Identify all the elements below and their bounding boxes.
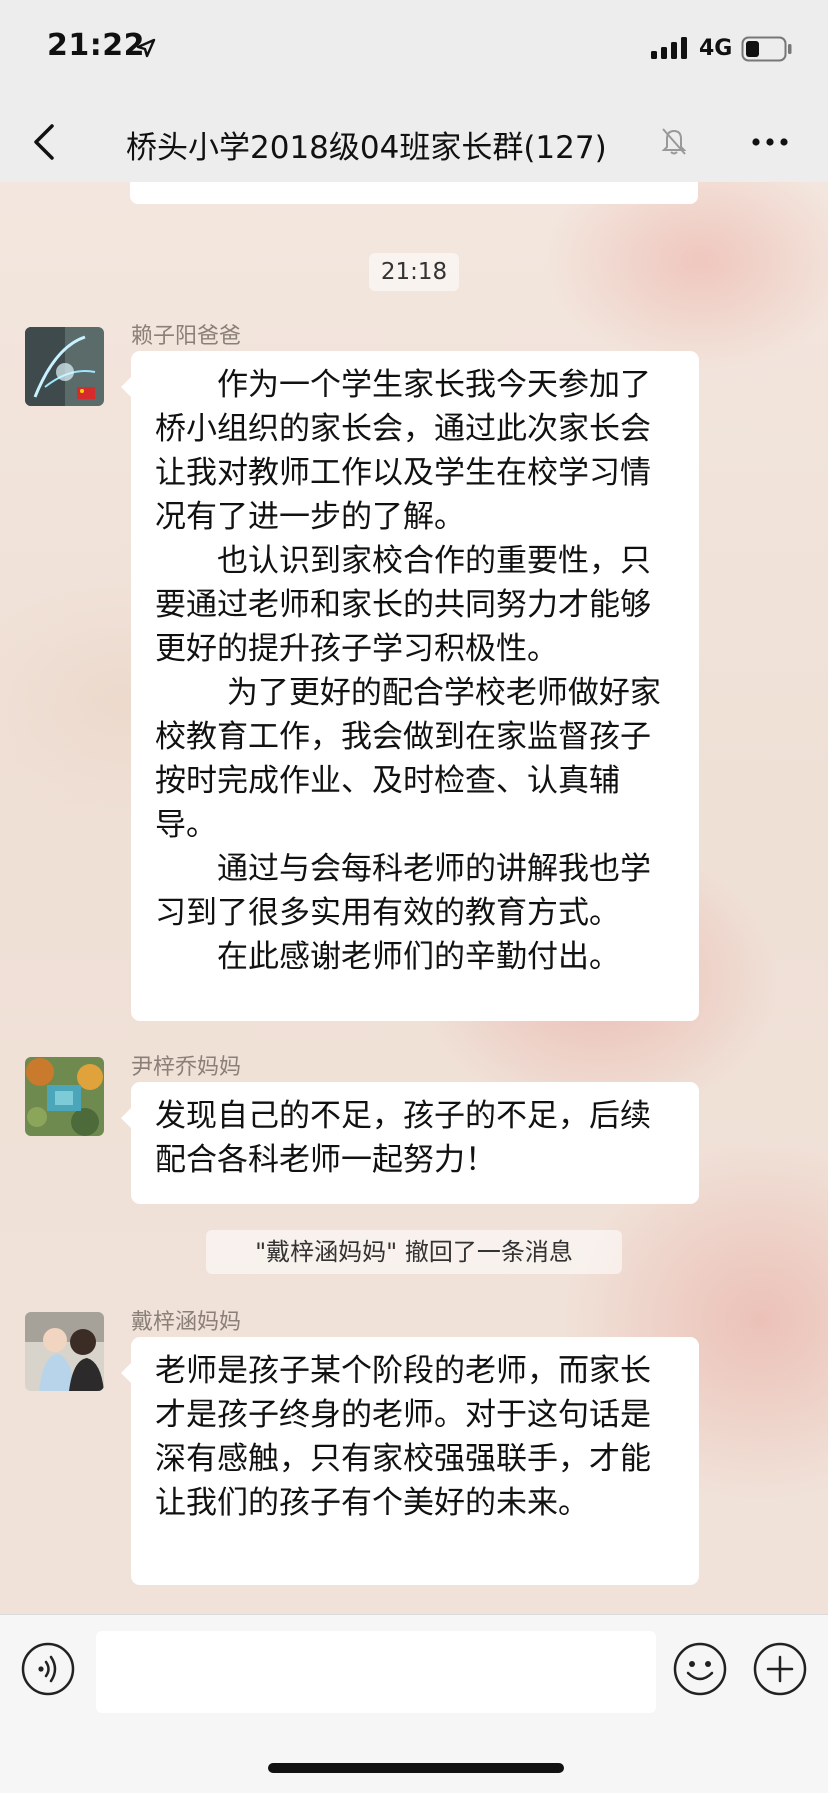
message-timestamp: 21:18 [369, 253, 459, 291]
message-paragraph: 作为一个学生家长我今天参加了桥小组织的家长会，通过此次家长会让我对教师工作以及学… [155, 367, 651, 535]
network-type: 4G [699, 36, 733, 61]
mute-bell-icon [661, 128, 687, 155]
message-input[interactable] [96, 1631, 656, 1713]
nav-bar: 桥头小学2018级04班家长群(127) [0, 100, 828, 182]
message-text: 发现自己的不足，孩子的不足，后续配合各科老师一起努力！ [155, 1098, 651, 1178]
message-bubble[interactable]: 作为一个学生家长我今天参加了桥小组织的家长会，通过此次家长会让我对教师工作以及学… [121, 351, 699, 1021]
message-bubble[interactable]: 老师是孩子某个阶段的老师，而家长才是孩子终身的老师。对于这句话是深有感触，只有家… [121, 1337, 699, 1585]
battery-icon [741, 36, 792, 62]
sender-name: 戴梓涵妈妈 [131, 1310, 242, 1335]
avatar[interactable] [25, 1057, 104, 1136]
avatar[interactable] [25, 327, 104, 406]
recall-notice: "戴梓涵妈妈" 撤回了一条消息 [206, 1230, 622, 1274]
signal-icon [651, 37, 687, 59]
chat-title: 桥头小学2018级04班家长群(127) [126, 130, 607, 166]
avatar[interactable] [25, 1312, 104, 1391]
voice-icon[interactable] [20, 1641, 76, 1697]
home-indicator[interactable] [268, 1763, 564, 1773]
plus-icon[interactable] [752, 1641, 808, 1697]
message-paragraph: 为了更好的配合学校老师做好家校教育工作，我会做到在家监督孩子按时完成作业、及时检… [155, 675, 661, 843]
message-text: 老师是孩子某个阶段的老师，而家长才是孩子终身的老师。对于这句话是深有感触，只有家… [155, 1353, 651, 1521]
status-time: 21:22 [47, 28, 145, 63]
message-paragraph: 在此感谢老师们的辛勤付出。 [155, 939, 620, 975]
more-icon[interactable] [748, 124, 792, 160]
message-paragraph: 通过与会每科老师的讲解我也学习到了很多实用有效的教育方式。 [155, 851, 651, 931]
emoji-icon[interactable] [672, 1641, 728, 1697]
sender-name: 尹梓乔妈妈 [131, 1055, 242, 1080]
location-arrow-icon [136, 38, 156, 58]
sender-name: 赖子阳爸爸 [131, 324, 242, 349]
message-bubble[interactable]: 发现自己的不足，孩子的不足，后续配合各科老师一起努力！ [121, 1082, 699, 1204]
status-bar: 21:22 4G [0, 0, 828, 100]
previous-message-bubble [130, 182, 698, 204]
back-icon[interactable] [24, 120, 64, 164]
message-paragraph: 也认识到家校合作的重要性，只要通过老师和家长的共同努力才能够更好的提升孩子学习积… [155, 543, 651, 667]
